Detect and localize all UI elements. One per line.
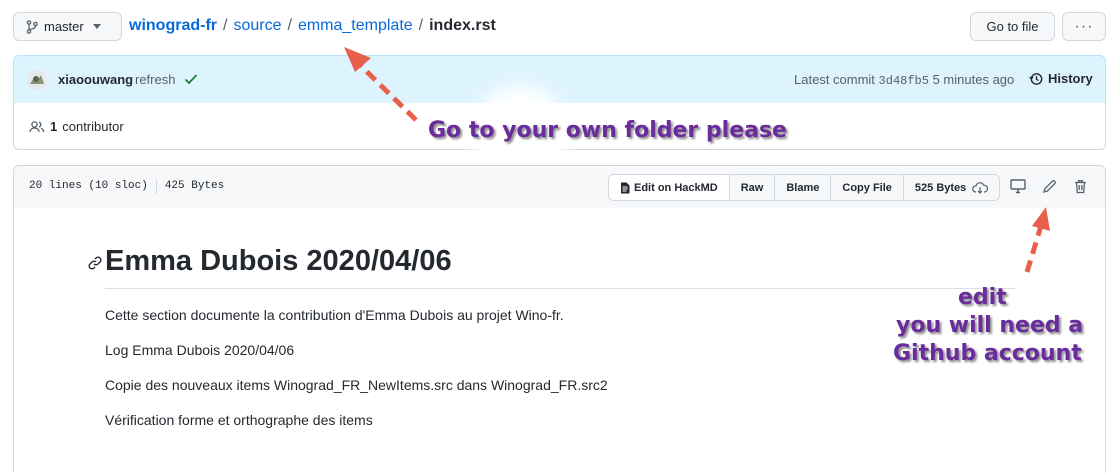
edit-annotation-line2: you will need a [896, 313, 1084, 338]
edit-annotation-line1: edit [958, 285, 1007, 310]
annotation-arrows [344, 47, 1050, 273]
edit-arrow-head [1032, 207, 1050, 231]
edit-arrow [1024, 225, 1044, 273]
folder-arrow [355, 60, 418, 122]
folder-arrow-head [344, 47, 371, 72]
edit-annotation-line3: Github account [893, 341, 1082, 366]
folder-annotation: Go to your own folder please [428, 118, 787, 143]
